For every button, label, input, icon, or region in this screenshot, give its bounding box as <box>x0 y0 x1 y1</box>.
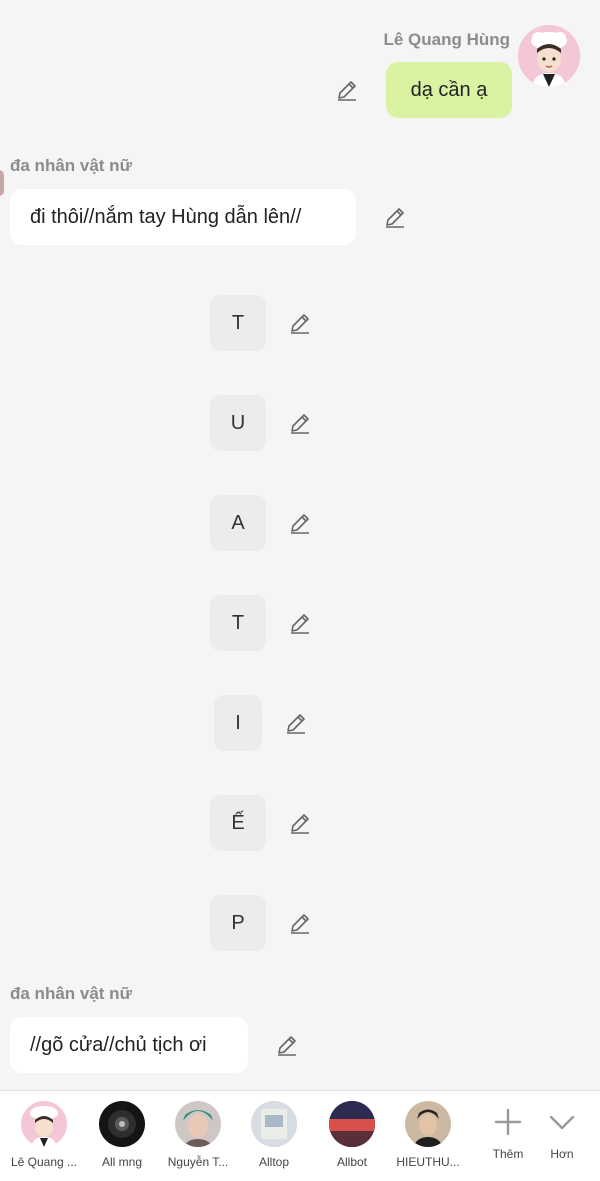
character-avatar <box>405 1101 451 1147</box>
character-avatar <box>329 1101 375 1147</box>
character-item[interactable]: All mng <box>84 1101 160 1169</box>
chevron-down-icon <box>532 1103 592 1143</box>
character-item[interactable]: HIEUTHU... <box>390 1101 466 1169</box>
character-item[interactable]: Nguyễn T... <box>160 1101 236 1169</box>
letter-tile[interactable]: I <box>214 695 262 751</box>
bot-message-bubble[interactable]: đi thôi//nắm tay Hùng dẫn lên// <box>10 189 356 245</box>
character-avatar <box>175 1101 221 1147</box>
letter-text: I <box>235 711 241 734</box>
edit-icon[interactable] <box>288 911 312 935</box>
message-text: dạ cần ạ <box>410 78 488 101</box>
edit-icon[interactable] <box>288 511 312 535</box>
letter-text: T <box>231 611 245 634</box>
more-label: Hơn <box>550 1147 574 1161</box>
bot-message-bubble[interactable]: //gõ cửa//chủ tịch ơi <box>10 1017 248 1073</box>
edit-icon[interactable] <box>288 611 312 635</box>
letter-text: Ế <box>231 811 245 834</box>
edit-icon[interactable] <box>275 1033 299 1057</box>
letter-text: U <box>230 411 246 434</box>
chat-area[interactable]: Lê Quang Hùng dạ cần ạ đa nhân vật nữ đi… <box>0 0 600 1090</box>
character-avatar <box>99 1101 145 1147</box>
edit-icon[interactable] <box>284 711 308 735</box>
character-item[interactable]: Lê Quang ... <box>6 1101 82 1169</box>
character-avatar <box>21 1101 67 1147</box>
letter-text: P <box>231 911 245 934</box>
letter-tile[interactable]: Ế <box>210 795 266 851</box>
edit-icon[interactable] <box>288 411 312 435</box>
character-label: HIEUTHU... <box>396 1155 460 1169</box>
character-label: Alltop <box>258 1155 290 1169</box>
sender-name: đa nhân vật nữ <box>10 984 132 1003</box>
user-avatar[interactable] <box>518 25 580 87</box>
character-label: All mng <box>101 1155 142 1169</box>
character-item[interactable]: Alltop <box>236 1101 312 1169</box>
message-text: đi thôi//nắm tay Hùng dẫn lên// <box>30 205 302 228</box>
left-edge-avatar <box>0 170 4 196</box>
edit-icon[interactable] <box>288 811 312 835</box>
letter-text: A <box>231 511 245 534</box>
character-item[interactable]: Allbot <box>314 1101 390 1169</box>
sender-name: đa nhân vật nữ <box>10 156 132 175</box>
character-bar: Lê Quang ... All mng Nguyễn T... Alltop … <box>0 1090 600 1181</box>
letter-tile[interactable]: U <box>210 395 266 451</box>
add-label: Thêm <box>492 1147 524 1161</box>
character-label: Nguyễn T... <box>167 1155 229 1169</box>
edit-icon[interactable] <box>288 311 312 335</box>
user-message-bubble[interactable]: dạ cần ạ <box>386 62 512 118</box>
character-avatar <box>251 1101 297 1147</box>
message-text: //gõ cửa//chủ tịch ơi <box>30 1033 207 1056</box>
letter-tile[interactable]: P <box>210 895 266 951</box>
add-character-button[interactable]: Thêm <box>478 1103 538 1161</box>
edit-icon[interactable] <box>335 78 359 102</box>
sender-name: Lê Quang Hùng <box>383 30 510 49</box>
character-label: Lê Quang ... <box>10 1155 78 1169</box>
letter-tile[interactable]: T <box>210 595 266 651</box>
edit-icon[interactable] <box>383 205 407 229</box>
letter-text: T <box>231 311 245 334</box>
letter-tile[interactable]: T <box>210 295 266 351</box>
letter-tile[interactable]: A <box>210 495 266 551</box>
plus-icon <box>478 1103 538 1143</box>
more-button[interactable]: Hơn <box>532 1103 592 1161</box>
character-label: Allbot <box>336 1155 368 1169</box>
